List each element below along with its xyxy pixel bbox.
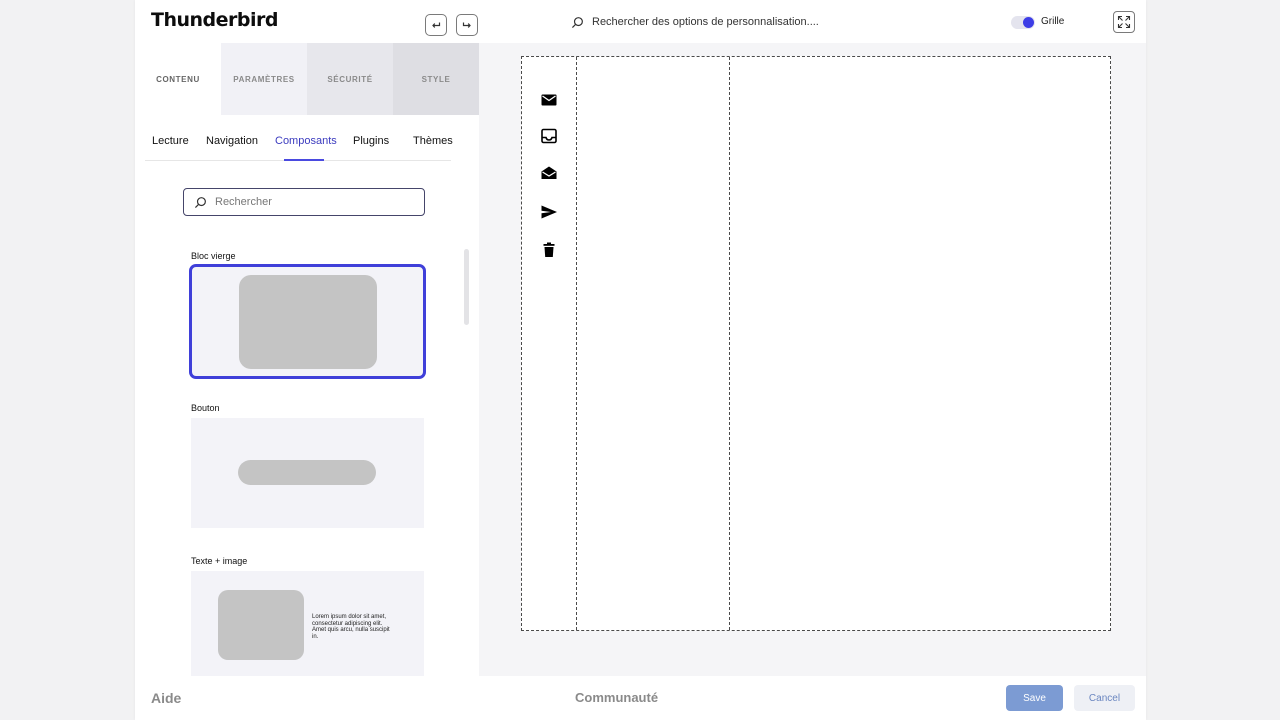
footer: Aide Communauté Save Cancel (135, 676, 1146, 720)
grid-toggle-knob (1023, 17, 1034, 28)
expand-icon (1117, 15, 1131, 29)
sub-tabs: Lecture Navigation Composants Plugins Th… (145, 122, 453, 161)
subtab-plugins[interactable]: Plugins (353, 135, 389, 147)
column-divider (729, 57, 730, 630)
component-card-blank-block[interactable] (189, 264, 426, 379)
fullscreen-button[interactable] (1113, 11, 1135, 33)
component-label: Bloc vierge (191, 251, 236, 261)
component-label: Bouton (191, 403, 220, 413)
undo-button[interactable] (425, 14, 447, 36)
layout-canvas[interactable] (521, 56, 1111, 631)
search-icon (194, 196, 206, 208)
component-label: Texte + image (191, 556, 248, 566)
redo-icon (462, 22, 471, 28)
grid-toggle-label: Grille (1041, 16, 1065, 27)
open-mail-icon[interactable] (540, 164, 558, 182)
community-link[interactable]: Communauté (575, 690, 658, 705)
customization-search[interactable]: Rechercher des options de personnalisati… (571, 13, 819, 31)
app-window: Thunderbird Rechercher des options de pe… (135, 0, 1146, 720)
subtab-lecture[interactable]: Lecture (152, 135, 189, 147)
send-icon[interactable] (540, 203, 558, 221)
component-search-input[interactable] (215, 196, 405, 208)
tab-securite[interactable]: SÉCURITÉ (307, 43, 393, 115)
help-link[interactable]: Aide (151, 690, 181, 706)
canvas-area (479, 43, 1146, 676)
placeholder-image (218, 590, 304, 660)
tab-parametres[interactable]: PARAMÈTRES (221, 43, 307, 115)
component-card-button[interactable] (191, 418, 424, 528)
placeholder-text: Lorem ipsum dolor sit amet, consectetur … (312, 614, 390, 640)
trash-icon[interactable] (540, 241, 558, 259)
cancel-button[interactable]: Cancel (1074, 685, 1135, 711)
placeholder-button (238, 460, 376, 485)
subtab-themes[interactable]: Thèmes (413, 135, 453, 147)
redo-button[interactable] (456, 14, 478, 36)
search-icon (571, 16, 583, 28)
active-tab-indicator (284, 159, 324, 161)
component-search[interactable] (183, 188, 425, 216)
components-scrollbar[interactable] (464, 249, 469, 325)
component-card-text-image[interactable]: Lorem ipsum dolor sit amet, consectetur … (191, 571, 424, 681)
placeholder-block (239, 275, 377, 369)
mail-icon[interactable] (540, 91, 558, 109)
subtab-navigation[interactable]: Navigation (206, 135, 258, 147)
grid-toggle[interactable] (1011, 16, 1035, 29)
tab-style[interactable]: STYLE (393, 43, 479, 115)
tab-contenu[interactable]: CONTENU (135, 43, 221, 115)
column-divider (576, 57, 577, 630)
inbox-icon[interactable] (540, 127, 558, 145)
save-button[interactable]: Save (1006, 685, 1063, 711)
customization-search-placeholder: Rechercher des options de personnalisati… (592, 16, 819, 28)
subtab-composants[interactable]: Composants (275, 135, 337, 147)
app-title: Thunderbird (151, 9, 278, 31)
main-tabs: CONTENU PARAMÈTRES SÉCURITÉ STYLE (135, 43, 479, 115)
undo-icon (432, 22, 441, 28)
